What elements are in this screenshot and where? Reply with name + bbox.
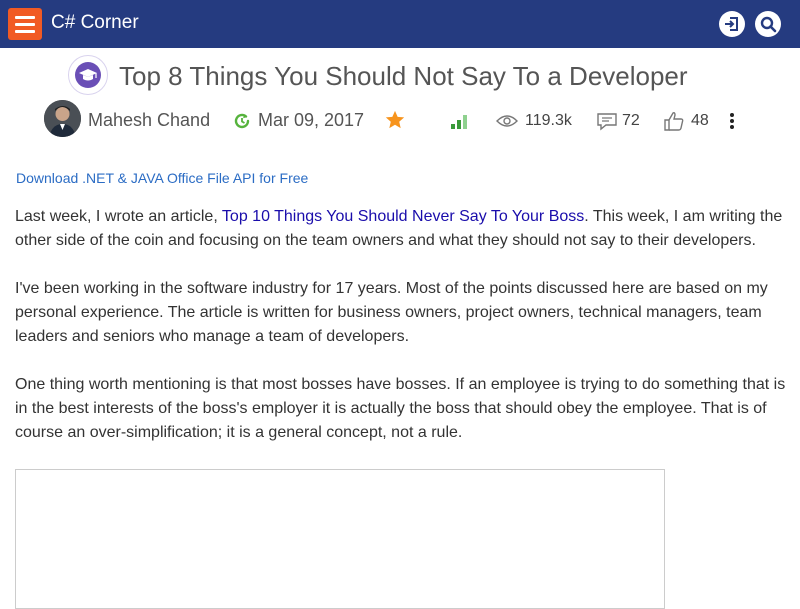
calendar-refresh-icon <box>234 113 250 129</box>
category-badge[interactable] <box>68 55 108 95</box>
author-name[interactable]: Mahesh Chand <box>88 110 210 131</box>
search-icon <box>760 16 777 33</box>
paragraph-3: One thing worth mentioning is that most … <box>15 376 786 441</box>
login-button[interactable] <box>719 11 745 37</box>
login-icon <box>725 17 738 31</box>
comments-count[interactable]: 72 <box>622 112 640 130</box>
menu-button[interactable] <box>8 8 42 40</box>
comment-icon <box>597 113 617 131</box>
hamburger-icon-line <box>15 30 35 33</box>
paragraph-1: Last week, I wrote an article, Top 10 Th… <box>15 205 790 253</box>
paragraph-2: I've been working in the software indust… <box>15 280 768 345</box>
views-count: 119.3k <box>525 112 572 129</box>
related-article-link[interactable]: Top 10 Things You Should Never Say To Yo… <box>222 208 584 225</box>
signal-bars-icon <box>451 115 467 129</box>
article-title-row: Top 8 Things You Should Not Say To a Dev… <box>0 52 800 102</box>
vertical-dots-icon[interactable] <box>728 112 736 130</box>
likes-count: 48 <box>691 112 709 129</box>
site-logo-text[interactable]: C# Corner <box>51 12 139 34</box>
eye-icon <box>496 115 518 127</box>
publish-date: Mar 09, 2017 <box>258 110 365 130</box>
article-image-frame <box>15 469 665 609</box>
search-button[interactable] <box>755 11 781 37</box>
promo-link[interactable]: Download .NET & JAVA Office File API for… <box>16 170 308 186</box>
article-title: Top 8 Things You Should Not Say To a Dev… <box>119 61 688 91</box>
top-nav-bar: C# Corner <box>0 0 800 48</box>
paragraph-text: Last week, I wrote an article, <box>15 208 222 225</box>
graduation-cap-icon <box>75 62 101 88</box>
article-meta: Mahesh Chand Mar 09, 2017 119.3k 72 48 <box>0 98 800 140</box>
article-body: Last week, I wrote an article, Top 10 Th… <box>15 205 790 469</box>
hamburger-icon-line <box>15 23 35 26</box>
star-icon <box>385 110 405 129</box>
hamburger-icon-line <box>15 16 35 19</box>
avatar-photo <box>44 100 81 137</box>
thumbs-up-icon[interactable] <box>663 110 685 132</box>
author-avatar[interactable] <box>44 100 81 137</box>
